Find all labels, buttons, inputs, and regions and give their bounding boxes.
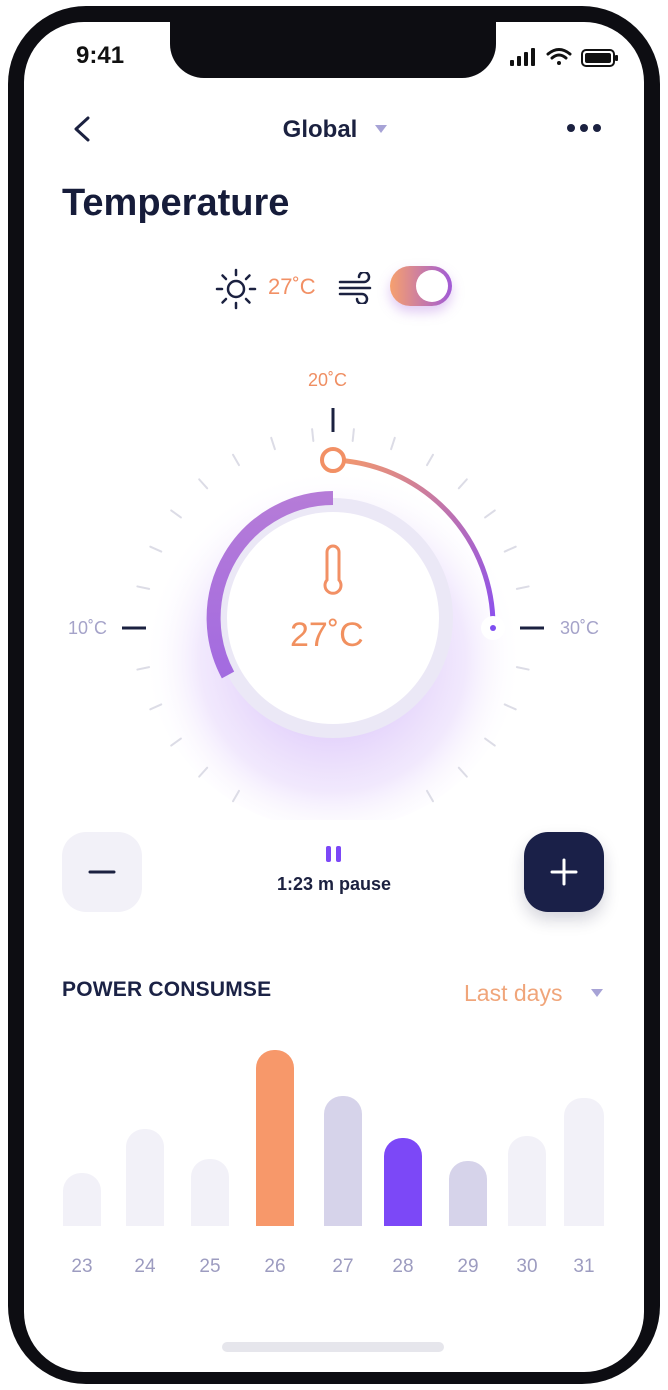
chart-x-label: 26 — [264, 1256, 286, 1277]
temperature-dial[interactable] — [0, 0, 668, 820]
chart-x-label: 23 — [71, 1256, 93, 1277]
dial-max-label: 30˚C — [560, 618, 600, 638]
chart-bar[interactable] — [384, 1138, 422, 1226]
increase-button[interactable] — [524, 832, 604, 912]
dial-tick — [170, 509, 182, 519]
dial-tick — [149, 545, 163, 553]
chart-bar[interactable] — [191, 1159, 229, 1226]
dial-tick — [515, 585, 530, 590]
dial-tick — [232, 453, 240, 467]
dial-tick — [351, 428, 355, 443]
chart-x-label: 29 — [457, 1256, 479, 1277]
chart-x-label: 24 — [134, 1256, 156, 1277]
home-indicator — [222, 1342, 444, 1352]
power-consumption-title: POWER CONSUMSE — [62, 978, 272, 1001]
dial-tick — [136, 585, 151, 590]
chart-bar[interactable] — [126, 1129, 164, 1226]
chart-x-label: 30 — [516, 1256, 538, 1277]
plus-icon — [550, 858, 578, 886]
chart-x-label: 31 — [573, 1256, 595, 1277]
dial-tick — [311, 428, 315, 443]
dial-center-temperature: 27˚C — [290, 616, 364, 654]
chart-x-label: 28 — [392, 1256, 414, 1277]
chart-bar[interactable] — [63, 1173, 101, 1226]
dial-tick — [503, 545, 517, 553]
dial-tick — [270, 436, 276, 451]
chart-bar[interactable] — [324, 1095, 362, 1226]
pause-icon[interactable] — [326, 846, 342, 864]
chart-x-label: 25 — [199, 1256, 221, 1277]
minus-icon — [88, 870, 116, 874]
chart-bar[interactable] — [508, 1136, 546, 1226]
chart-bar[interactable] — [564, 1097, 604, 1226]
dial-tick — [426, 453, 434, 467]
dial-handle-start[interactable] — [320, 447, 346, 473]
caret-down-icon[interactable] — [590, 988, 604, 998]
chart-x-label: 27 — [332, 1256, 354, 1277]
dial-min-label: 10˚C — [68, 618, 108, 638]
chart-bar[interactable] — [449, 1160, 487, 1226]
decrease-button[interactable] — [62, 832, 142, 912]
dial-tick — [198, 478, 209, 490]
chart-bar[interactable] — [256, 1050, 294, 1226]
dial-tick — [390, 436, 396, 451]
pause-timer-text: 1:23 m pause — [276, 874, 392, 894]
dial-mid-label: 20˚C — [308, 370, 348, 390]
dial-tick — [457, 478, 468, 490]
dial-tick — [484, 509, 496, 519]
range-select[interactable]: Last days — [464, 980, 562, 1007]
